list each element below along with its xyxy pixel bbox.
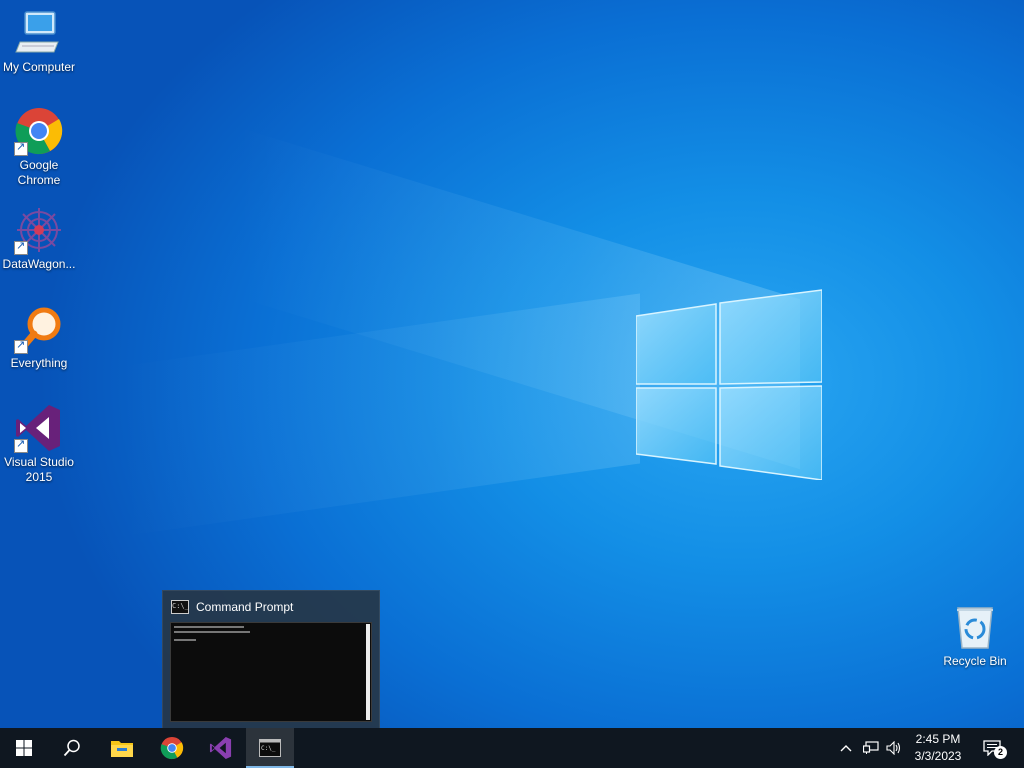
visual-studio-taskbar-button[interactable]: [197, 728, 245, 768]
desktop-icon-google-chrome[interactable]: Google Chrome: [0, 106, 78, 188]
notification-count-badge: 2: [994, 746, 1007, 759]
desktop-icon-label: Visual Studio 2015: [4, 455, 74, 484]
network-icon: [863, 741, 879, 754]
recycle-bin-icon: [950, 602, 1000, 652]
shortcut-arrow-icon: [14, 140, 28, 156]
action-center-button[interactable]: 2: [976, 728, 1010, 768]
show-hidden-icons-button[interactable]: [836, 728, 856, 768]
preview-title: Command Prompt: [196, 600, 294, 614]
search-icon: [63, 739, 80, 757]
desktop-icon-my-computer[interactable]: My Computer: [0, 8, 78, 75]
taskbar-thumbnail-preview[interactable]: C:\_ Command Prompt: [162, 590, 380, 730]
desktop-icon-label: Everything: [10, 356, 68, 370]
file-explorer-button[interactable]: [98, 728, 146, 768]
windows-start-icon: [16, 740, 32, 756]
start-button[interactable]: [0, 728, 48, 768]
computer-icon: [14, 8, 64, 58]
desktop-icon-datawagon[interactable]: DataWagon...: [0, 205, 78, 272]
desktop-icon-recycle-bin[interactable]: Recycle Bin: [936, 602, 1014, 669]
volume-icon: [886, 741, 901, 755]
preview-window-thumbnail[interactable]: [170, 622, 372, 722]
visual-studio-icon: [209, 736, 232, 760]
volume-button[interactable]: [884, 728, 904, 768]
console-prompt-line: [174, 639, 196, 641]
command-prompt-icon: C:\_: [171, 600, 189, 614]
taskbar: C:\_ 2:45 PM 3/3/2023 2: [0, 728, 1024, 768]
shortcut-arrow-icon: [14, 239, 28, 255]
folder-icon: [111, 741, 133, 757]
console-scrollbar: [366, 624, 370, 720]
desktop-icon-label: DataWagon...: [2, 257, 76, 271]
preview-title-bar: C:\_ Command Prompt: [171, 599, 293, 615]
desktop-icon-label: Google Chrome: [17, 158, 61, 187]
clock-button[interactable]: 2:45 PM 3/3/2023: [906, 731, 970, 765]
visual-studio-icon: [14, 403, 64, 453]
everything-search-icon: [14, 304, 64, 354]
shortcut-arrow-icon: [14, 437, 28, 453]
svg-text:C:\_: C:\_: [261, 745, 276, 752]
chrome-icon: [14, 106, 64, 156]
console-text-line: [174, 626, 244, 628]
shortcut-arrow-icon: [14, 338, 28, 354]
command-prompt-icon: C:\_: [259, 739, 281, 757]
desktop-icon-visual-studio[interactable]: Visual Studio 2015: [0, 403, 78, 485]
console-text-line: [174, 631, 250, 633]
chevron-up-icon: [840, 745, 852, 752]
clock-time: 2:45 PM: [915, 732, 961, 746]
windows-wallpaper-logo: [636, 289, 822, 480]
network-button[interactable]: [860, 728, 882, 768]
chrome-taskbar-button[interactable]: [148, 728, 196, 768]
desktop-icon-label: My Computer: [2, 60, 76, 74]
desktop-icon-label: Recycle Bin: [943, 654, 1007, 668]
desktop-icon-everything[interactable]: Everything: [0, 304, 78, 371]
chrome-icon: [160, 736, 184, 760]
clock-date: 3/3/2023: [914, 749, 962, 763]
search-button[interactable]: [48, 728, 96, 768]
command-prompt-taskbar-button[interactable]: C:\_: [246, 728, 294, 768]
wallpaper-light-beam: [120, 293, 640, 537]
datawagon-icon: [14, 205, 64, 255]
